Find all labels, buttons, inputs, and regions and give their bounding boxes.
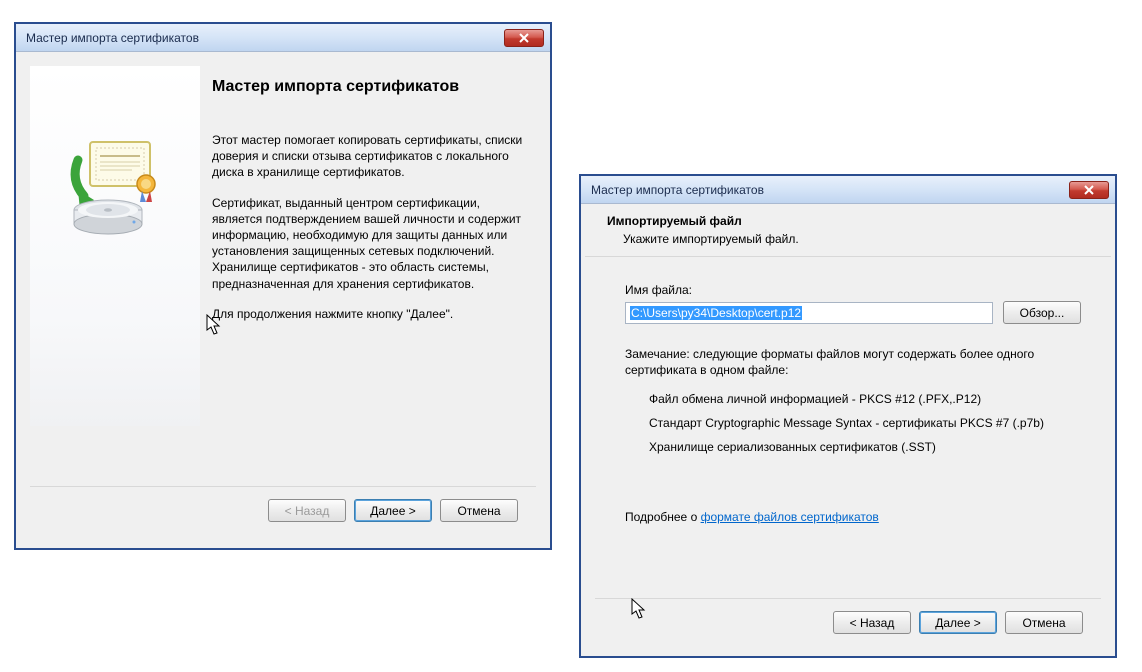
wizard-sidebar-image <box>30 66 200 426</box>
titlebar[interactable]: Мастер импорта сертификатов <box>581 176 1115 204</box>
wizard-content: Мастер импорта сертификатов Этот мастер … <box>206 66 526 426</box>
dialog-body: Импортируемый файл Укажите импортируемый… <box>581 204 1115 656</box>
back-button[interactable]: < Назад <box>833 611 911 634</box>
browse-button[interactable]: Обзор... <box>1003 301 1081 324</box>
format-p7b: Стандарт Cryptographic Message Syntax - … <box>649 416 1081 430</box>
wizard-heading: Мастер импорта сертификатов <box>212 78 526 96</box>
wizard-paragraph-2: Сертификат, выданный центром сертификаци… <box>212 195 526 292</box>
file-path-input[interactable]: C:\Users\py34\Desktop\cert.p12 <box>625 302 993 324</box>
close-button[interactable] <box>1069 181 1109 199</box>
more-info-prefix: Подробнее о <box>625 510 701 524</box>
format-pfx: Файл обмена личной информацией - PKCS #1… <box>649 392 1081 406</box>
titlebar[interactable]: Мастер импорта сертификатов <box>16 24 550 52</box>
format-sst: Хранилище сериализованных сертификатов (… <box>649 440 1081 454</box>
step-sub: Укажите импортируемый файл. <box>623 232 1089 246</box>
window-title: Мастер импорта сертификатов <box>591 183 1069 197</box>
close-button[interactable] <box>504 29 544 47</box>
wizard-file-dialog: Мастер импорта сертификатов Импортируемы… <box>579 174 1117 658</box>
close-icon <box>518 33 530 43</box>
formats-note: Замечание: следующие форматы файлов могу… <box>625 346 1081 378</box>
wizard-paragraph-3: Для продолжения нажмите кнопку "Далее". <box>212 306 526 322</box>
wizard-paragraph-1: Этот мастер помогает копировать сертифик… <box>212 132 526 181</box>
file-path-value: C:\Users\py34\Desktop\cert.p12 <box>630 306 802 320</box>
step-heading: Импортируемый файл <box>607 214 1089 228</box>
more-info-row: Подробнее о формате файлов сертификатов <box>625 510 1081 524</box>
close-icon <box>1083 185 1095 195</box>
wizard-welcome-dialog: Мастер импорта сертификатов <box>14 22 552 550</box>
dialog-body: Мастер импорта сертификатов Этот мастер … <box>16 52 550 548</box>
next-button[interactable]: Далее > <box>919 611 997 634</box>
back-button: < Назад <box>268 499 346 522</box>
formats-link[interactable]: формате файлов сертификатов <box>701 510 879 524</box>
file-label: Имя файла: <box>625 283 1081 297</box>
cancel-button[interactable]: Отмена <box>440 499 518 522</box>
certificate-import-icon <box>60 136 170 236</box>
cancel-button[interactable]: Отмена <box>1005 611 1083 634</box>
next-button[interactable]: Далее > <box>354 499 432 522</box>
window-title: Мастер импорта сертификатов <box>26 31 504 45</box>
